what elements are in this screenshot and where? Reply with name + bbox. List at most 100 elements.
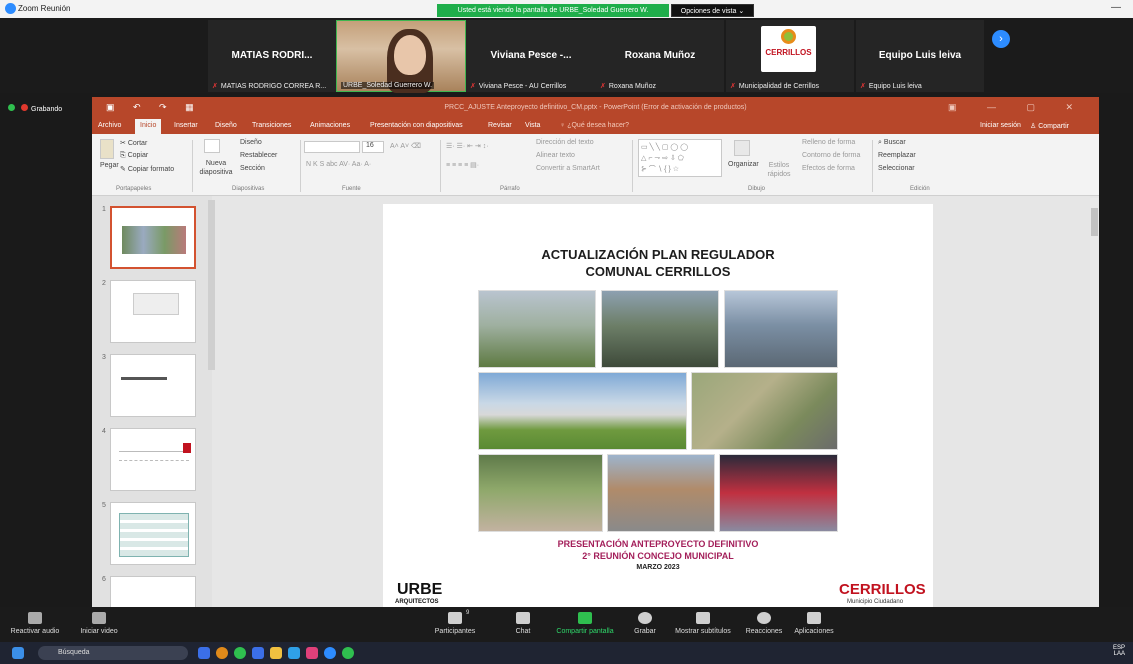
- slide-thumbnail-1[interactable]: [110, 206, 196, 269]
- taskbar-search[interactable]: Búsqueda: [38, 646, 188, 660]
- zoom-logo-icon: [5, 3, 16, 14]
- new-slide-icon[interactable]: [204, 139, 220, 153]
- window-title: Zoom Reunión: [18, 4, 71, 13]
- tab-archivo[interactable]: Archivo: [98, 122, 121, 129]
- tab-diseno[interactable]: Diseño: [215, 122, 237, 129]
- paste-button[interactable]: Pegar: [100, 162, 119, 169]
- participant-tile[interactable]: Viviana Pesce -... ✗ Viviana Pesce - AU C…: [466, 20, 596, 92]
- person-icon: ♙: [1030, 123, 1037, 130]
- cut-button[interactable]: ✂ Cortar: [120, 139, 147, 147]
- minimize-button[interactable]: —: [1111, 2, 1121, 13]
- participants-button[interactable]: Participantes: [430, 607, 480, 635]
- tell-me-search[interactable]: ♀ ¿Qué desea hacer?: [560, 122, 629, 129]
- new-slide-button[interactable]: Nueva diapositiva: [196, 159, 236, 177]
- section-button[interactable]: Sección: [240, 165, 265, 172]
- participant-name: MATIAS RODRI...: [231, 50, 313, 61]
- text-direction-button[interactable]: Dirección del texto: [536, 139, 594, 146]
- chrome-icon[interactable]: [216, 647, 228, 659]
- tab-insertar[interactable]: Insertar: [174, 122, 198, 129]
- slide-thumbnail-4[interactable]: [110, 428, 196, 491]
- view-options-button[interactable]: Opciones de vista ⌄: [671, 4, 754, 17]
- slide-thumbnail-5[interactable]: [110, 502, 196, 565]
- muted-mic-icon: ✗: [212, 83, 218, 90]
- slide-thumbnail-3[interactable]: [110, 354, 196, 417]
- share-screen-button[interactable]: Compartir pantalla: [552, 607, 618, 635]
- zoom-taskbar-icon[interactable]: [324, 647, 336, 659]
- cut-label: Cortar: [127, 140, 148, 147]
- replace-button[interactable]: Reemplazar: [878, 152, 916, 159]
- system-tray[interactable]: ESP LAA: [1113, 645, 1125, 657]
- quick-styles-button[interactable]: Estilos rápidos: [764, 161, 794, 179]
- font-size-buttons[interactable]: A˄ A˅ ⌫: [390, 142, 421, 150]
- font-name-input[interactable]: [304, 141, 360, 153]
- cerrillos-logo-icon: [781, 29, 796, 44]
- whatsapp-icon[interactable]: [342, 647, 354, 659]
- participant-name: Roxana Muñoz: [624, 50, 696, 61]
- apps-button[interactable]: Aplicaciones: [790, 607, 838, 635]
- cerrillos-logo-text: CERRILLOS: [765, 48, 812, 57]
- list-buttons[interactable]: ☰· ☰· ⇤ ⇥ ↕·: [446, 142, 489, 150]
- participant-tile[interactable]: CERRILLOS ✗ Municipalidad de Cerrillos: [726, 20, 854, 92]
- mail-icon[interactable]: [252, 647, 264, 659]
- find-button[interactable]: ⌕ Buscar: [878, 139, 906, 147]
- font-size-input[interactable]: 16: [362, 141, 384, 153]
- slide-scrollbar[interactable]: [1090, 198, 1099, 606]
- scrollbar-thumb[interactable]: [1091, 208, 1098, 236]
- align-buttons[interactable]: ≡ ≡ ≡ ≡ ▤·: [446, 161, 479, 169]
- window-controls[interactable]: ▣ — ▢ ✕: [948, 102, 1087, 113]
- tab-transiciones[interactable]: Transiciones: [252, 122, 291, 129]
- tab-animaciones[interactable]: Animaciones: [310, 122, 350, 129]
- instagram-icon[interactable]: [306, 647, 318, 659]
- align-text-button[interactable]: Alinear texto: [536, 152, 575, 159]
- reset-button[interactable]: Restablecer: [240, 152, 277, 159]
- ribbon: Pegar ✂ Cortar ⎘ Copiar ✎ Copiar formato…: [92, 134, 1099, 196]
- reactions-button[interactable]: Reacciones: [742, 607, 786, 635]
- thumb-number: 6: [102, 576, 106, 583]
- start-video-button[interactable]: Iniciar video: [74, 607, 124, 635]
- slide-thumbnail-6[interactable]: [110, 576, 196, 607]
- spotify-icon[interactable]: [234, 647, 246, 659]
- smartart-button[interactable]: Convertir a SmartArt: [536, 165, 600, 172]
- copy-button[interactable]: ⎘ Copiar: [120, 152, 148, 160]
- current-slide[interactable]: ACTUALIZACIÓN PLAN REGULADOR COMUNAL CER…: [383, 204, 933, 607]
- shape-outline-button[interactable]: Contorno de forma: [802, 152, 860, 159]
- windows-start-icon[interactable]: [12, 647, 24, 659]
- tab-revisar[interactable]: Revisar: [488, 122, 512, 129]
- paste-icon[interactable]: [100, 139, 114, 159]
- unmute-button[interactable]: Reactivar audio: [10, 607, 60, 635]
- captions-label: Mostrar subtítulos: [675, 628, 731, 635]
- format-painter-label: Copiar formato: [127, 166, 175, 173]
- thumb-content: [119, 451, 189, 461]
- arrange-button[interactable]: Organizar: [728, 161, 759, 168]
- tab-vista[interactable]: Vista: [525, 122, 540, 129]
- shape-effects-button[interactable]: Efectos de forma: [802, 165, 855, 172]
- shapes-gallery[interactable]: ▭ ╲ ╲ ▢ ◯ ◯ △ ⌐ ⇁ ⇨ ⇩ ⬠ ⊱ ⌒ ∖ { } ☆: [638, 139, 722, 177]
- next-page-icon[interactable]: ›: [992, 30, 1010, 48]
- format-painter-button[interactable]: ✎ Copiar formato: [120, 165, 174, 173]
- thumbnail-scrollbar[interactable]: [208, 200, 215, 370]
- participant-video-tile[interactable]: URBE_Soledad Guerrero W.: [336, 20, 466, 93]
- participant-tile[interactable]: Equipo Luis leiva ✗ Equipo Luis leiva: [856, 20, 984, 92]
- arrange-icon[interactable]: [734, 140, 750, 156]
- ribbon-separator: [300, 140, 301, 192]
- taskview-icon[interactable]: [198, 647, 210, 659]
- participant-tile[interactable]: MATIAS RODRI... ✗ MATIAS RODRIGO CORREA R…: [208, 20, 336, 92]
- tab-presentacion[interactable]: Presentación con diapositivas: [370, 122, 463, 129]
- chat-button[interactable]: Chat: [508, 607, 538, 635]
- share-button[interactable]: ♙ Compartir: [1030, 122, 1069, 130]
- slide-thumbnail-2[interactable]: [110, 280, 196, 343]
- captions-button[interactable]: Mostrar subtítulos: [670, 607, 736, 635]
- security-icon: [8, 104, 15, 111]
- signin-link[interactable]: Iniciar sesión: [980, 122, 1021, 129]
- edge-icon[interactable]: [288, 647, 300, 659]
- shape-fill-button[interactable]: Relleno de forma: [802, 139, 855, 146]
- tab-inicio[interactable]: Inicio: [135, 119, 162, 134]
- folder-icon[interactable]: [270, 647, 282, 659]
- layout-button[interactable]: Diseño: [240, 139, 262, 146]
- select-button[interactable]: Seleccionar: [878, 165, 915, 172]
- font-format-buttons[interactable]: N K S abc AV· Aa· A·: [306, 161, 371, 168]
- record-button[interactable]: Grabar: [630, 607, 660, 635]
- participant-tile[interactable]: Roxana Muñoz ✗ Roxana Muñoz: [596, 20, 724, 92]
- lightbulb-icon: ♀: [560, 122, 566, 129]
- participants-icon: [448, 612, 462, 624]
